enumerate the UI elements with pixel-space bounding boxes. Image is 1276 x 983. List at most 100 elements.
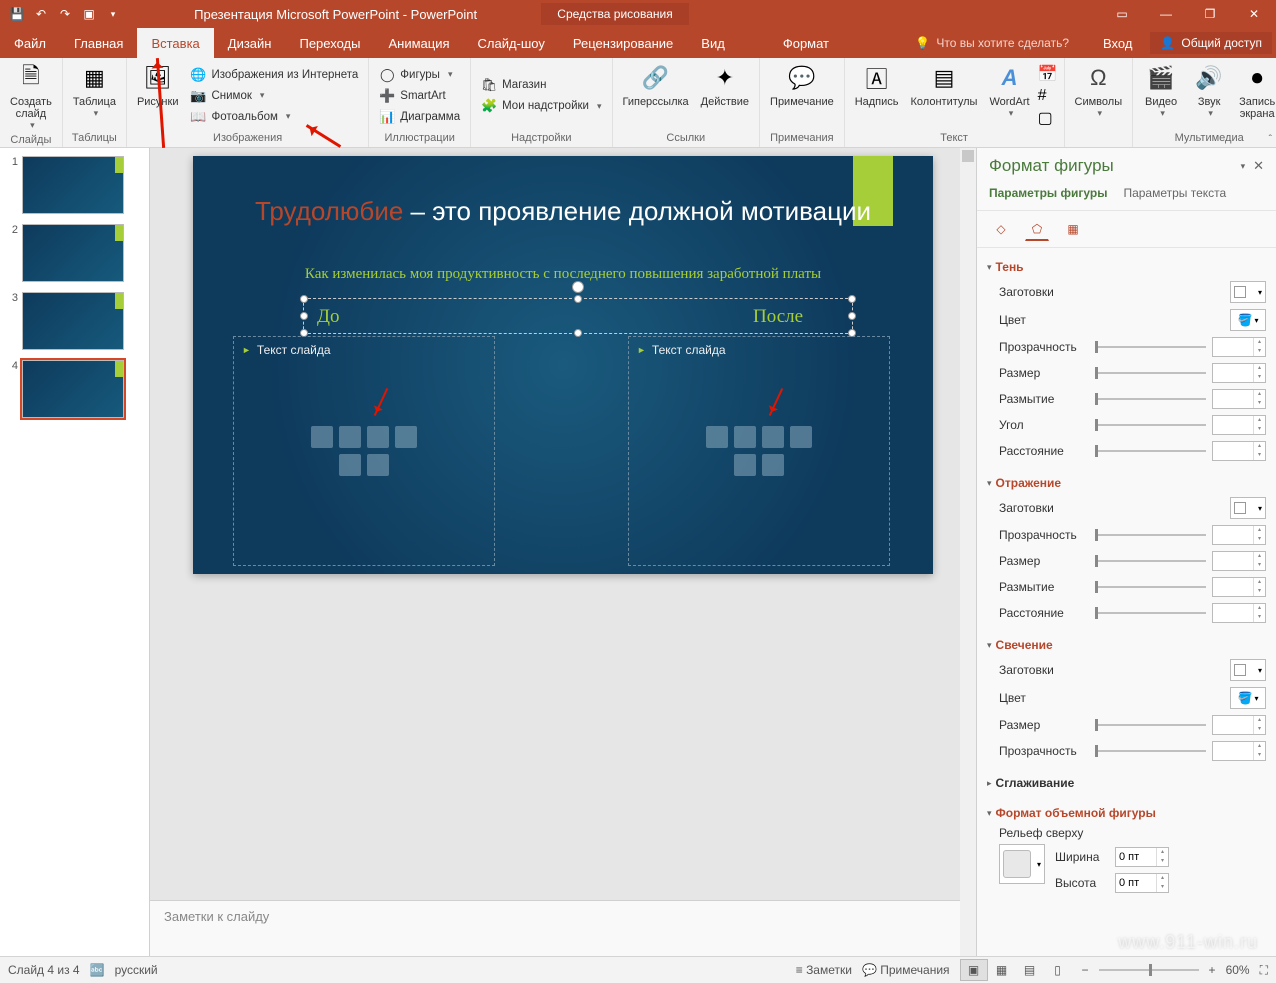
thumb-row[interactable]: 2 — [4, 224, 145, 282]
action-button[interactable]: ✦Действие — [697, 60, 753, 131]
number-input[interactable]: ▴▾ — [1212, 577, 1266, 597]
slide-canvas[interactable]: Трудолюбие – это проявление должной моти… — [193, 156, 933, 574]
redo-icon[interactable]: ↷ — [56, 5, 74, 23]
spellcheck-icon[interactable]: 🔤 — [90, 963, 105, 977]
number-input[interactable]: ▴▾ — [1212, 441, 1266, 461]
section-header-3d[interactable]: ▾Формат объемной фигуры — [987, 802, 1266, 824]
screenshot-button[interactable]: 📷Снимок▾ — [186, 86, 362, 106]
number-input[interactable]: ▴▾ — [1212, 415, 1266, 435]
zoom-out-icon[interactable]: − — [1082, 963, 1089, 977]
screen-recording-button[interactable]: ⏺Запись экрана — [1235, 60, 1276, 131]
hyperlink-button[interactable]: 🔗Гиперссылка — [619, 60, 693, 131]
video-button[interactable]: 🎬Видео▾ — [1139, 60, 1183, 131]
slider[interactable] — [1095, 372, 1206, 374]
headerfooter-button[interactable]: ▤Колонтитулы — [907, 60, 982, 131]
normal-view-icon[interactable]: ▣ — [960, 959, 988, 981]
fill-line-icon[interactable]: ◇ — [989, 217, 1013, 241]
chart-button[interactable]: 📊Диаграмма — [375, 107, 464, 127]
notes-pane[interactable]: Заметки к слайду — [150, 900, 976, 956]
close-icon[interactable]: ✕ — [1232, 0, 1276, 28]
table-button[interactable]: ▦ Таблица ▾ — [69, 60, 120, 131]
presets-combo[interactable]: ▾ — [1230, 281, 1266, 303]
zoom-level[interactable]: 60% — [1226, 963, 1250, 977]
save-icon[interactable]: 💾 — [8, 5, 26, 23]
smartart-button[interactable]: ➕SmartArt — [375, 86, 464, 106]
slider[interactable] — [1095, 450, 1206, 452]
pane-tab-text[interactable]: Параметры текста — [1123, 186, 1226, 204]
rotate-handle[interactable] — [572, 281, 584, 293]
tab-format[interactable]: Формат — [769, 28, 843, 58]
object-icon[interactable]: ▢ — [1038, 108, 1058, 128]
audio-button[interactable]: 🔊Звук▾ — [1187, 60, 1231, 131]
comments-toggle[interactable]: 💬 Примечания — [862, 963, 950, 977]
tell-me-search[interactable]: 💡 Что вы хотите сделать? — [895, 28, 1089, 58]
comment-button[interactable]: 💬Примечание — [766, 60, 838, 131]
slider[interactable] — [1095, 534, 1206, 536]
language-indicator[interactable]: русский — [115, 963, 158, 977]
thumb-row[interactable]: 3 — [4, 292, 145, 350]
collapse-ribbon-icon[interactable]: ˆ — [1269, 134, 1272, 145]
textbox-button[interactable]: 🄰Надпись — [851, 60, 903, 131]
thumb-row[interactable]: 1 — [4, 156, 145, 214]
tab-review[interactable]: Рецензирование — [559, 28, 687, 58]
slider[interactable] — [1095, 346, 1206, 348]
undo-icon[interactable]: ↶ — [32, 5, 50, 23]
size-properties-icon[interactable]: ▦ — [1061, 217, 1085, 241]
section-header-shadow[interactable]: ▾Тень — [987, 256, 1266, 278]
ribbon-display-icon[interactable]: ▭ — [1100, 0, 1144, 28]
new-slide-button[interactable]: 🗎 Создать слайд ▾ — [6, 60, 56, 133]
number-input[interactable]: ▴▾ — [1212, 337, 1266, 357]
slideshow-start-icon[interactable]: ▣ — [80, 5, 98, 23]
presets-combo[interactable]: ▾ — [1230, 497, 1266, 519]
slide-thumbnail[interactable] — [22, 360, 124, 418]
number-input[interactable]: 0 пт▴▾ — [1115, 873, 1169, 893]
store-button[interactable]: 🛍Магазин — [477, 75, 605, 95]
my-addins-button[interactable]: 🧩Мои надстройки▾ — [477, 96, 605, 116]
number-input[interactable]: ▴▾ — [1212, 741, 1266, 761]
zoom-slider[interactable] — [1099, 969, 1199, 971]
slide-indicator[interactable]: Слайд 4 из 4 — [8, 963, 80, 977]
slide-subtitle[interactable]: Как изменилась моя продуктивность с посл… — [193, 266, 933, 283]
slide-thumbnail[interactable] — [22, 292, 124, 350]
content-placeholder-right[interactable]: Текст слайда — [628, 336, 890, 566]
thumb-row[interactable]: 4 — [4, 360, 145, 418]
tab-design[interactable]: Дизайн — [214, 28, 286, 58]
placeholder-icons[interactable] — [704, 421, 814, 481]
slide-title[interactable]: Трудолюбие – это проявление должной моти… — [193, 196, 933, 227]
tab-slideshow[interactable]: Слайд-шоу — [464, 28, 559, 58]
effects-icon[interactable]: ⬠ — [1025, 217, 1049, 241]
date-icon[interactable]: 📅 — [1038, 64, 1058, 84]
notes-toggle[interactable]: ≡ Заметки — [796, 963, 852, 977]
qat-more-icon[interactable]: ▾ — [104, 5, 122, 23]
photo-album-button[interactable]: 📖Фотоальбом▾ — [186, 107, 362, 127]
minimize-icon[interactable]: — — [1144, 0, 1188, 28]
bevel-preset-combo[interactable]: ▾ — [999, 844, 1045, 884]
pane-close-icon[interactable]: ✕ — [1253, 158, 1264, 174]
tab-transitions[interactable]: Переходы — [285, 28, 374, 58]
number-input[interactable]: ▴▾ — [1212, 525, 1266, 545]
section-header-soft[interactable]: ▸Сглаживание — [987, 772, 1266, 794]
pane-tab-shape[interactable]: Параметры фигуры — [989, 186, 1107, 204]
slider[interactable] — [1095, 724, 1206, 726]
fit-to-window-icon[interactable]: ⛶ — [1260, 963, 1268, 978]
tab-home[interactable]: Главная — [60, 28, 137, 58]
tab-insert[interactable]: Вставка — [137, 28, 213, 58]
slider[interactable] — [1095, 560, 1206, 562]
signin-link[interactable]: Вход — [1089, 36, 1146, 51]
tab-file[interactable]: Файл — [0, 28, 60, 58]
color-picker[interactable]: 🪣▾ — [1230, 687, 1266, 709]
shapes-button[interactable]: ◯Фигуры▾ — [375, 65, 464, 85]
pane-options-icon[interactable]: ▾ — [1241, 161, 1246, 172]
sorter-view-icon[interactable]: ▦ — [988, 959, 1016, 981]
color-picker[interactable]: 🪣▾ — [1230, 309, 1266, 331]
section-header-reflection[interactable]: ▾Отражение — [987, 472, 1266, 494]
slider[interactable] — [1095, 424, 1206, 426]
number-input[interactable]: 0 пт▴▾ — [1115, 847, 1169, 867]
tab-view[interactable]: Вид — [687, 28, 739, 58]
number-input[interactable]: ▴▾ — [1212, 363, 1266, 383]
slider[interactable] — [1095, 612, 1206, 614]
online-pictures-button[interactable]: 🌐Изображения из Интернета — [186, 65, 362, 85]
share-button[interactable]: 👤 Общий доступ — [1150, 32, 1272, 54]
maximize-icon[interactable]: ❐ — [1188, 0, 1232, 28]
number-input[interactable]: ▴▾ — [1212, 389, 1266, 409]
